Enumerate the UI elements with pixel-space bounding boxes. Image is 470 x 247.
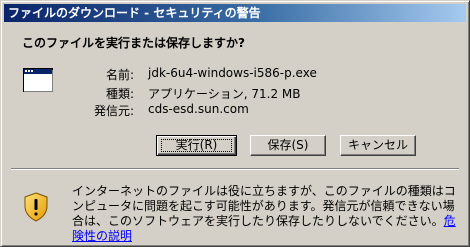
save-button-label: 保存(S) xyxy=(267,138,309,152)
file-source-label: 発信元: xyxy=(93,104,134,118)
run-button[interactable]: 実行(R) xyxy=(156,135,237,156)
file-source-value: cds-esd.sun.com xyxy=(148,102,249,116)
security-warning-text: インターネットのファイルは役に立ちますが、このファイルの種類はコンピュータに問題… xyxy=(72,184,462,244)
focus-rectangle xyxy=(161,139,232,152)
warning-message: インターネットのファイルは役に立ちますが、このファイルの種類はコンピュータに問題… xyxy=(72,184,456,228)
program-window-icon xyxy=(23,68,53,92)
separator-highlight xyxy=(11,169,459,170)
dialog-question: このファイルを実行または保存しますか? xyxy=(22,36,245,50)
download-security-dialog: ファイルのダウンロード - セキュリティの警告 このファイルを実行または保存しま… xyxy=(0,0,470,247)
save-button[interactable]: 保存(S) xyxy=(250,135,326,156)
security-warning-shield-icon xyxy=(24,192,48,222)
file-name-label: 名前: xyxy=(105,68,134,82)
window-title: ファイルのダウンロード - セキュリティの警告 xyxy=(8,6,261,20)
cancel-button[interactable]: キャンセル xyxy=(340,135,416,156)
cancel-button-label: キャンセル xyxy=(347,138,408,152)
file-name-value: jdk-6u4-windows-i586-p.exe xyxy=(148,66,317,80)
file-type-value: アプリケーション, 71.2 MB xyxy=(148,87,301,101)
file-type-label: 種類: xyxy=(105,87,134,101)
title-bar[interactable]: ファイルのダウンロード - セキュリティの警告 xyxy=(4,4,466,22)
